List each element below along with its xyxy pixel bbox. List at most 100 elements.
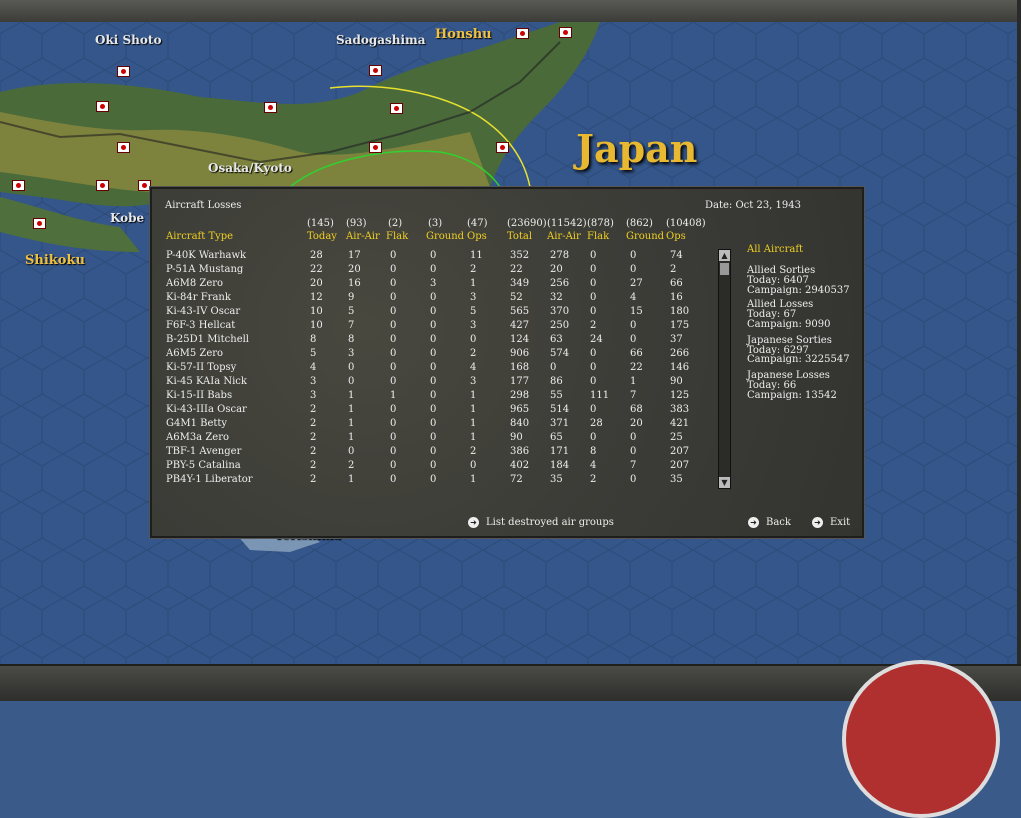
table-row[interactable]: A6M5 Zero 5 3 0 0 2 906 574 0 66 266 bbox=[152, 348, 712, 362]
cell-flak: 0 bbox=[390, 334, 397, 345]
cell-ops: 2 bbox=[470, 264, 477, 275]
base-flag-icon[interactable] bbox=[12, 180, 25, 191]
cell-today: 12 bbox=[310, 292, 323, 303]
end-turn-dial-icon[interactable] bbox=[842, 660, 1000, 818]
cell-type: PB4Y-1 Liberator bbox=[166, 474, 253, 485]
table-row[interactable]: Ki-15-II Babs 3 1 1 0 1 298 55 111 7 125 bbox=[152, 390, 712, 404]
cell-type: B-25D1 Mitchell bbox=[166, 334, 250, 345]
cell-ops-campaign: 37 bbox=[670, 334, 683, 345]
col-flak-campaign[interactable]: Flak bbox=[587, 231, 609, 242]
base-flag-icon[interactable] bbox=[264, 102, 277, 113]
exit-label: Exit bbox=[830, 517, 851, 528]
cell-ops-campaign: 207 bbox=[670, 460, 690, 471]
col-air-air-campaign[interactable]: Air-Air bbox=[547, 231, 581, 242]
base-flag-icon[interactable] bbox=[96, 180, 109, 191]
table-row[interactable]: Ki-43-IIIa Oscar 2 1 0 0 1 965 514 0 68 383 bbox=[152, 404, 712, 418]
cell-ops-campaign: 35 bbox=[670, 474, 683, 485]
col-ground[interactable]: Ground bbox=[426, 231, 464, 242]
cell-flak: 0 bbox=[390, 474, 397, 485]
scroll-thumb[interactable] bbox=[720, 263, 729, 275]
cell-type: G4M1 Betty bbox=[166, 418, 228, 429]
base-flag-icon[interactable] bbox=[117, 142, 130, 153]
table-row[interactable]: PBY-5 Catalina 2 2 0 0 0 402 184 4 7 207 bbox=[152, 460, 712, 474]
cell-total: 90 bbox=[510, 432, 523, 443]
cell-air-air-campaign: 65 bbox=[550, 432, 563, 443]
col-air-air[interactable]: Air-Air bbox=[346, 231, 380, 242]
base-flag-icon[interactable] bbox=[96, 101, 109, 112]
cell-total: 565 bbox=[510, 306, 530, 317]
col-aircraft-type[interactable]: Aircraft Type bbox=[166, 231, 233, 242]
allied-losses-campaign: Campaign: 9090 bbox=[747, 319, 831, 330]
exit-button[interactable]: ➜ Exit bbox=[812, 517, 850, 528]
cell-ops: 0 bbox=[470, 334, 477, 345]
base-flag-icon[interactable] bbox=[117, 66, 130, 77]
scroll-down-icon[interactable]: ▼ bbox=[719, 477, 730, 488]
cell-total: 840 bbox=[510, 418, 530, 429]
table-row[interactable]: P-40K Warhawk 28 17 0 0 11 352 278 0 0 74 bbox=[152, 250, 712, 264]
col-ground-campaign[interactable]: Ground bbox=[626, 231, 664, 242]
scroll-up-icon[interactable]: ▲ bbox=[719, 250, 730, 261]
col-flak[interactable]: Flak bbox=[386, 231, 408, 242]
table-row[interactable]: A6M3a Zero 2 1 0 0 1 90 65 0 0 25 bbox=[152, 432, 712, 446]
aircraft-losses-panel: Aircraft Losses Date: Oct 23, 1943 (145)… bbox=[150, 187, 864, 538]
total-flak: (2) bbox=[388, 218, 403, 229]
cell-air-air-campaign: 250 bbox=[550, 320, 570, 331]
base-flag-icon[interactable] bbox=[516, 28, 529, 39]
cell-flak: 0 bbox=[390, 418, 397, 429]
table-row[interactable]: G4M1 Betty 2 1 0 0 1 840 371 28 20 421 bbox=[152, 418, 712, 432]
cell-air-air: 1 bbox=[348, 474, 355, 485]
table-row[interactable]: Ki-57-II Topsy 4 0 0 0 4 168 0 0 22 146 bbox=[152, 362, 712, 376]
table-row[interactable]: Ki-84r Frank 12 9 0 0 3 52 32 0 4 16 bbox=[152, 292, 712, 306]
table-row[interactable]: B-25D1 Mitchell 8 8 0 0 0 124 63 24 0 37 bbox=[152, 334, 712, 348]
cell-air-air-campaign: 371 bbox=[550, 418, 570, 429]
cell-ground-campaign: 0 bbox=[630, 432, 637, 443]
base-flag-icon[interactable] bbox=[496, 142, 509, 153]
cell-ground: 0 bbox=[430, 432, 437, 443]
col-ops-campaign[interactable]: Ops bbox=[666, 231, 686, 242]
total-ops-campaign: (10408) bbox=[666, 218, 706, 229]
list-destroyed-air-groups-button[interactable]: ➜ List destroyed air groups bbox=[468, 517, 614, 528]
table-row[interactable]: F6F-3 Hellcat 10 7 0 0 3 427 250 2 0 175 bbox=[152, 320, 712, 334]
table-scrollbar[interactable]: ▲ ▼ bbox=[718, 249, 731, 489]
base-flag-icon[interactable] bbox=[390, 103, 403, 114]
cell-ops: 1 bbox=[470, 278, 477, 289]
cell-ops-campaign: 16 bbox=[670, 292, 683, 303]
cell-ground: 0 bbox=[430, 348, 437, 359]
base-flag-icon[interactable] bbox=[33, 218, 46, 229]
cell-today: 2 bbox=[310, 418, 317, 429]
cell-air-air-campaign: 35 bbox=[550, 474, 563, 485]
base-flag-icon[interactable] bbox=[369, 142, 382, 153]
back-label: Back bbox=[766, 517, 791, 528]
cell-type: Ki-45 KAIa Nick bbox=[166, 376, 247, 387]
cell-ops-campaign: 2 bbox=[670, 264, 677, 275]
table-row[interactable]: TBF-1 Avenger 2 0 0 0 2 386 171 8 0 207 bbox=[152, 446, 712, 460]
cell-air-air-campaign: 514 bbox=[550, 404, 570, 415]
cell-ground-campaign: 0 bbox=[630, 446, 637, 457]
cell-ops-campaign: 90 bbox=[670, 376, 683, 387]
table-row[interactable]: PB4Y-1 Liberator 2 1 0 0 1 72 35 2 0 35 bbox=[152, 474, 712, 488]
col-today[interactable]: Today bbox=[307, 231, 337, 242]
back-button[interactable]: ➜ Back bbox=[748, 517, 791, 528]
cell-flak: 0 bbox=[390, 306, 397, 317]
cell-flak: 0 bbox=[390, 348, 397, 359]
cell-total: 298 bbox=[510, 390, 530, 401]
panel-title: Aircraft Losses bbox=[165, 200, 242, 211]
cell-flak-campaign: 0 bbox=[590, 348, 597, 359]
cell-ops-campaign: 146 bbox=[670, 362, 690, 373]
cell-ground-campaign: 22 bbox=[630, 362, 643, 373]
col-total[interactable]: Total bbox=[507, 231, 532, 242]
cell-ops-campaign: 180 bbox=[670, 306, 690, 317]
arrow-right-icon: ➜ bbox=[812, 517, 823, 528]
table-row[interactable]: A6M8 Zero 20 16 0 3 1 349 256 0 27 66 bbox=[152, 278, 712, 292]
table-row[interactable]: Ki-45 KAIa Nick 3 0 0 0 3 177 86 0 1 90 bbox=[152, 376, 712, 390]
cell-air-air: 20 bbox=[348, 264, 361, 275]
base-flag-icon[interactable] bbox=[559, 27, 572, 38]
col-ops[interactable]: Ops bbox=[467, 231, 487, 242]
cell-total: 386 bbox=[510, 446, 530, 457]
cell-today: 22 bbox=[310, 264, 323, 275]
table-row[interactable]: P-51A Mustang 22 20 0 0 2 22 20 0 0 2 bbox=[152, 264, 712, 278]
table-row[interactable]: Ki-43-IV Oscar 10 5 0 0 5 565 370 0 15 180 bbox=[152, 306, 712, 320]
cell-ground: 0 bbox=[430, 390, 437, 401]
cell-ops-campaign: 66 bbox=[670, 278, 683, 289]
base-flag-icon[interactable] bbox=[369, 65, 382, 76]
